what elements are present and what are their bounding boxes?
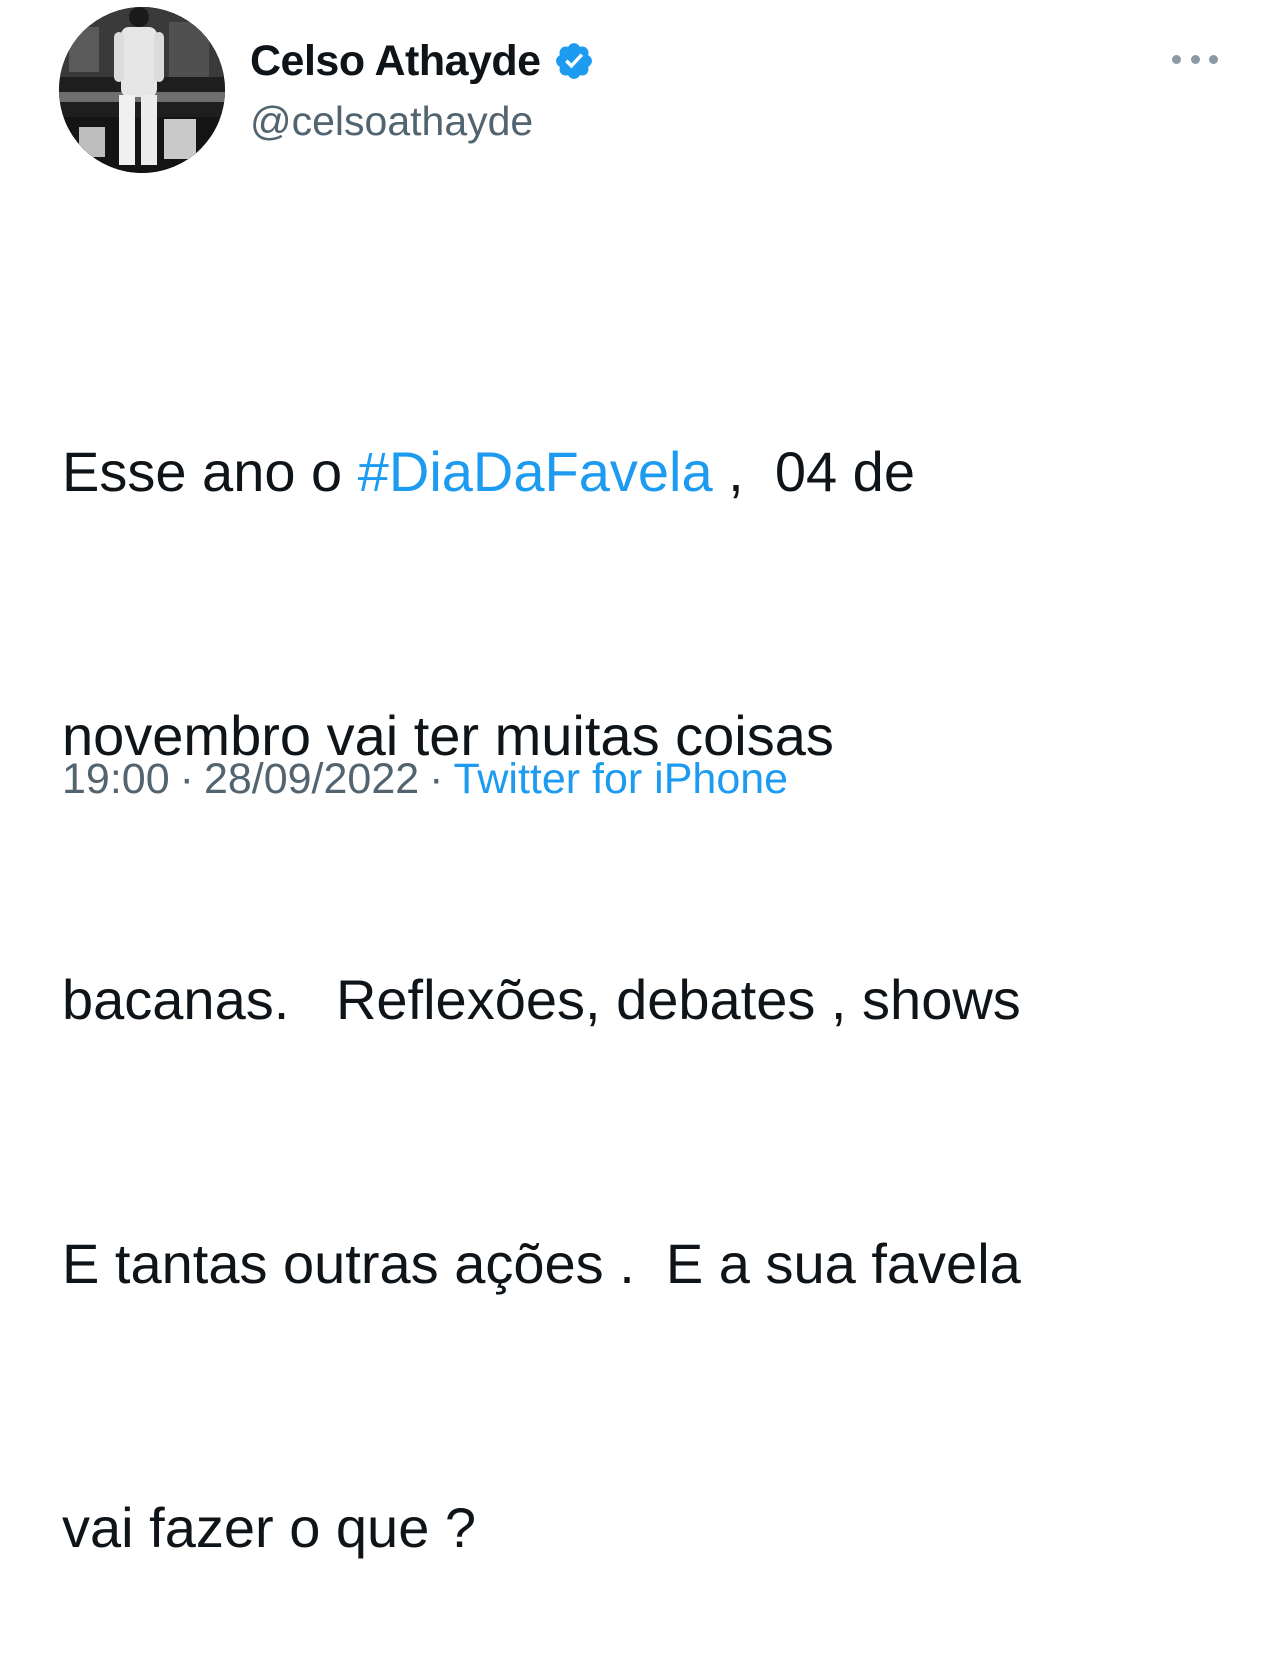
more-dot — [1172, 54, 1181, 64]
tweet-line-4: E tantas outras ações . E a sua favela — [62, 1232, 1021, 1295]
author-name-row[interactable]: Celso Athayde — [250, 36, 595, 86]
tweet-line-1-end: , 04 de — [712, 440, 915, 503]
tweet-line-5: vai fazer o que ? — [62, 1496, 477, 1559]
tweet-line-3: bacanas. Reflexões, debates , shows — [62, 968, 1021, 1031]
hashtag-link[interactable]: #DiaDaFavela — [358, 440, 713, 503]
tweet-text: Esse ano o #DiaDaFavela , 04 de novembro… — [62, 252, 1242, 1658]
tweet-meta: 19:00 · 28/09/2022 · Twitter for iPhone — [62, 755, 788, 804]
tweet-line-1: Esse ano o #DiaDaFavela , 04 de — [62, 428, 1242, 516]
more-dot — [1190, 54, 1200, 64]
tweet-line-1-start: Esse ano o — [62, 440, 358, 503]
tweet-date[interactable]: 28/09/2022 — [204, 755, 419, 803]
meta-separator: · — [429, 755, 444, 803]
author-handle[interactable]: @celsoathayde — [250, 98, 533, 145]
meta-separator: · — [179, 755, 194, 803]
avatar[interactable] — [59, 7, 225, 173]
more-dot — [1209, 54, 1218, 64]
verified-badge-icon — [553, 40, 595, 82]
tweet-time[interactable]: 19:00 — [62, 755, 170, 803]
more-horizontal-icon[interactable] — [1172, 46, 1218, 72]
avatar-photo — [59, 7, 225, 173]
author-display-name[interactable]: Celso Athayde — [250, 37, 541, 86]
tweet-source-link[interactable]: Twitter for iPhone — [453, 755, 788, 803]
